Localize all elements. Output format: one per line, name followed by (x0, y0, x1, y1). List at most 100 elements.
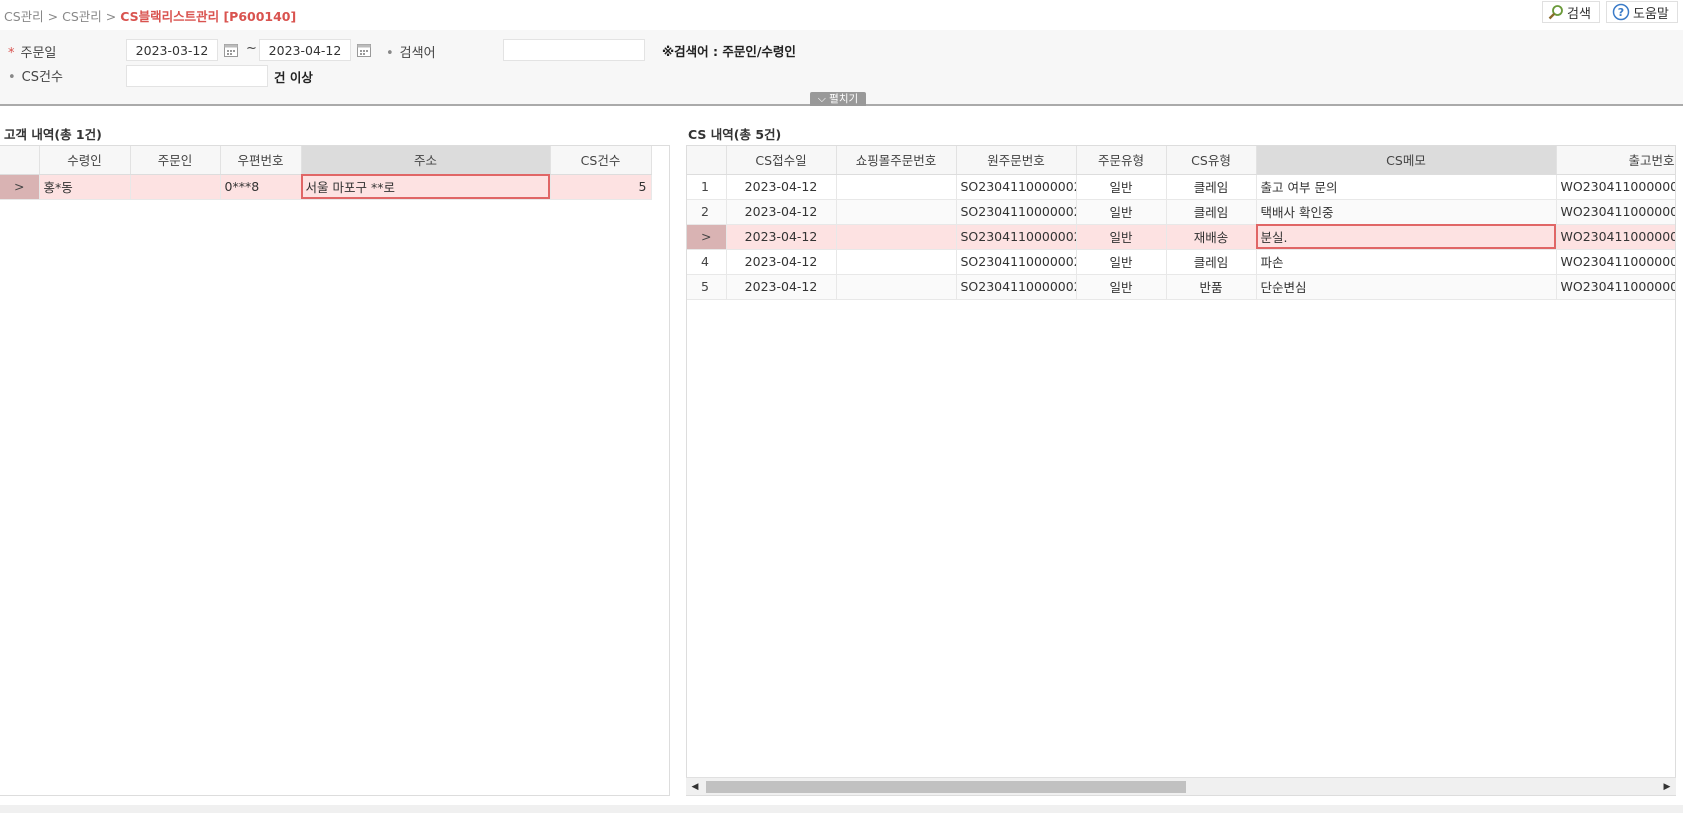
cell-orig-order[interactable]: SO2304110000002 (956, 224, 1077, 250)
cell-cs-memo[interactable]: 분실. (1256, 224, 1557, 250)
cell-mall-order[interactable] (836, 199, 957, 225)
breadcrumb-current: CS블랙리스트관리 [P600140] (120, 9, 297, 24)
cell-mall-order[interactable] (836, 274, 957, 300)
cell-order-type[interactable]: 일반 (1076, 274, 1167, 300)
cs-grid-horizontal-scrollbar[interactable]: ◀ ▶ (686, 777, 1676, 795)
cell-cs-type[interactable]: 재배송 (1166, 224, 1257, 250)
row-number: 4 (687, 249, 727, 275)
search-panel: * 주문일 ~ • 검색어 ※검색어 : 주문인/수령인 • CS건수 건 이상 ⌵ … (0, 30, 1683, 106)
help-icon: ? (1612, 3, 1630, 21)
breadcrumb-item[interactable]: CS관리 (62, 9, 102, 24)
customer-grid: 수령인 주문인 우편번호 주소 CS건수 > 홍*동 0***8 서울 마포구 … (0, 145, 670, 796)
row-header-corner (687, 146, 727, 175)
cell-mall-order[interactable] (836, 174, 957, 200)
cell-cs-type[interactable]: 클레임 (1166, 199, 1257, 225)
cs-count-label-text: CS건수 (21, 70, 63, 85)
cell-cs-memo[interactable]: 출고 여부 문의 (1256, 174, 1557, 200)
help-button[interactable]: ? 도움말 (1606, 1, 1678, 23)
cell-cs-date[interactable]: 2023-04-12 (726, 174, 837, 200)
keyword-label: • 검색어 (386, 42, 436, 61)
cell-mall-order[interactable] (836, 249, 957, 275)
bottom-strip (0, 805, 1683, 813)
chevron-right-icon: > (701, 229, 712, 244)
cell-ship-no[interactable]: WO2304110000002 (1556, 274, 1675, 300)
label-marker: • (386, 46, 394, 61)
chevron-right-icon: > (14, 179, 25, 194)
cell-orderer[interactable] (130, 174, 221, 200)
cell-orig-order[interactable]: SO2304110000002 (956, 174, 1077, 200)
row-number: 2 (687, 199, 727, 225)
column-header-receiver[interactable]: 수령인 (39, 146, 131, 175)
column-header-mall-order[interactable]: 쇼핑몰주문번호 (836, 146, 957, 175)
column-header-ship-no[interactable]: 출고번호 (1556, 146, 1675, 175)
table-row[interactable]: 4 2023-04-12 SO2304110000002 일반 클레임 파손 W… (687, 249, 1675, 275)
cell-cs-date[interactable]: 2023-04-12 (726, 199, 837, 225)
cell-order-type[interactable]: 일반 (1076, 199, 1167, 225)
order-date-label-text: 주문일 (20, 46, 57, 61)
cell-order-type[interactable]: 일반 (1076, 249, 1167, 275)
cell-cs-count[interactable]: 5 (550, 174, 652, 200)
cell-cs-date[interactable]: 2023-04-12 (726, 249, 837, 275)
cell-cs-type[interactable]: 클레임 (1166, 249, 1257, 275)
search-icon (1548, 5, 1563, 20)
cell-cs-memo[interactable]: 파손 (1256, 249, 1557, 275)
label-marker: • (8, 70, 16, 85)
search-button-label: 검색 (1567, 6, 1591, 22)
cell-order-type[interactable]: 일반 (1076, 224, 1167, 250)
scroll-right-icon[interactable]: ▶ (1662, 781, 1672, 793)
column-header-orig-order[interactable]: 원주문번호 (956, 146, 1077, 175)
date-from-input[interactable] (126, 39, 218, 61)
calendar-icon[interactable] (356, 42, 372, 58)
cell-orig-order[interactable]: SO2304110000002 (956, 249, 1077, 275)
cell-cs-type[interactable]: 클레임 (1166, 174, 1257, 200)
keyword-label-text: 검색어 (399, 46, 436, 61)
expand-toggle-label: 펼치기 (829, 93, 859, 105)
cell-orig-order[interactable]: SO2304110000002 (956, 274, 1077, 300)
cell-cs-date[interactable]: 2023-04-12 (726, 274, 837, 300)
required-marker: * (8, 46, 15, 61)
column-header-cs-date[interactable]: CS접수일 (726, 146, 837, 175)
cs-section-title: CS 내역(총 5건) (688, 127, 782, 142)
cell-zip[interactable]: 0***8 (220, 174, 302, 200)
cell-address[interactable]: 서울 마포구 **로 (301, 174, 551, 200)
calendar-icon[interactable] (223, 42, 239, 58)
cell-mall-order[interactable] (836, 224, 957, 250)
cell-ship-no[interactable]: WO2304110000002 (1556, 199, 1675, 225)
date-to-input[interactable] (259, 39, 351, 61)
column-header-cs-memo[interactable]: CS메모 (1256, 146, 1557, 175)
scrollbar-thumb[interactable] (706, 781, 1186, 793)
cell-cs-type[interactable]: 반품 (1166, 274, 1257, 300)
column-header-order-type[interactable]: 주문유형 (1076, 146, 1167, 175)
cell-orig-order[interactable]: SO2304110000002 (956, 199, 1077, 225)
keyword-hint: ※검색어 : 주문인/수령인 (662, 44, 796, 59)
column-header-address[interactable]: 주소 (301, 146, 551, 175)
column-header-cs-type[interactable]: CS유형 (1166, 146, 1257, 175)
cs-count-input[interactable] (126, 65, 268, 87)
table-row[interactable]: 1 2023-04-12 SO2304110000002 일반 클레임 출고 여… (687, 174, 1675, 200)
breadcrumb-item[interactable]: CS관리 (4, 9, 44, 24)
cell-cs-date[interactable]: 2023-04-12 (726, 224, 837, 250)
cell-cs-memo[interactable]: 택배사 확인중 (1256, 199, 1557, 225)
help-button-label: 도움말 (1633, 6, 1669, 22)
cell-receiver[interactable]: 홍*동 (39, 174, 131, 200)
column-header-zip[interactable]: 우편번호 (220, 146, 302, 175)
table-row[interactable]: > 홍*동 0***8 서울 마포구 **로 5 (0, 174, 652, 200)
table-row[interactable]: 2 2023-04-12 SO2304110000002 일반 클레임 택배사 … (687, 199, 1675, 225)
expand-toggle-button[interactable]: ⌵ 펼치기 (810, 92, 866, 106)
row-number: 1 (687, 174, 727, 200)
date-range-separator: ~ (246, 41, 257, 56)
cell-cs-memo[interactable]: 단순변심 (1256, 274, 1557, 300)
column-header-orderer[interactable]: 주문인 (130, 146, 221, 175)
table-row[interactable]: 5 2023-04-12 SO2304110000002 일반 반품 단순변심 … (687, 274, 1675, 300)
cell-ship-no[interactable]: WO2304110000002 (1556, 224, 1675, 250)
cs-grid: CS접수일 쇼핑몰주문번호 원주문번호 주문유형 CS유형 CS메모 출고번호 … (686, 145, 1676, 796)
keyword-input[interactable] (503, 39, 645, 61)
cell-ship-no[interactable]: WO2304110000002 (1556, 174, 1675, 200)
search-button[interactable]: 검색 (1542, 1, 1600, 23)
cell-order-type[interactable]: 일반 (1076, 174, 1167, 200)
cell-ship-no[interactable]: WO2304110000002 (1556, 249, 1675, 275)
table-row[interactable]: > 2023-04-12 SO2304110000002 일반 재배송 분실. … (687, 224, 1675, 250)
scroll-left-icon[interactable]: ◀ (690, 781, 700, 793)
column-header-cs-count[interactable]: CS건수 (550, 146, 652, 175)
row-number: 5 (687, 274, 727, 300)
